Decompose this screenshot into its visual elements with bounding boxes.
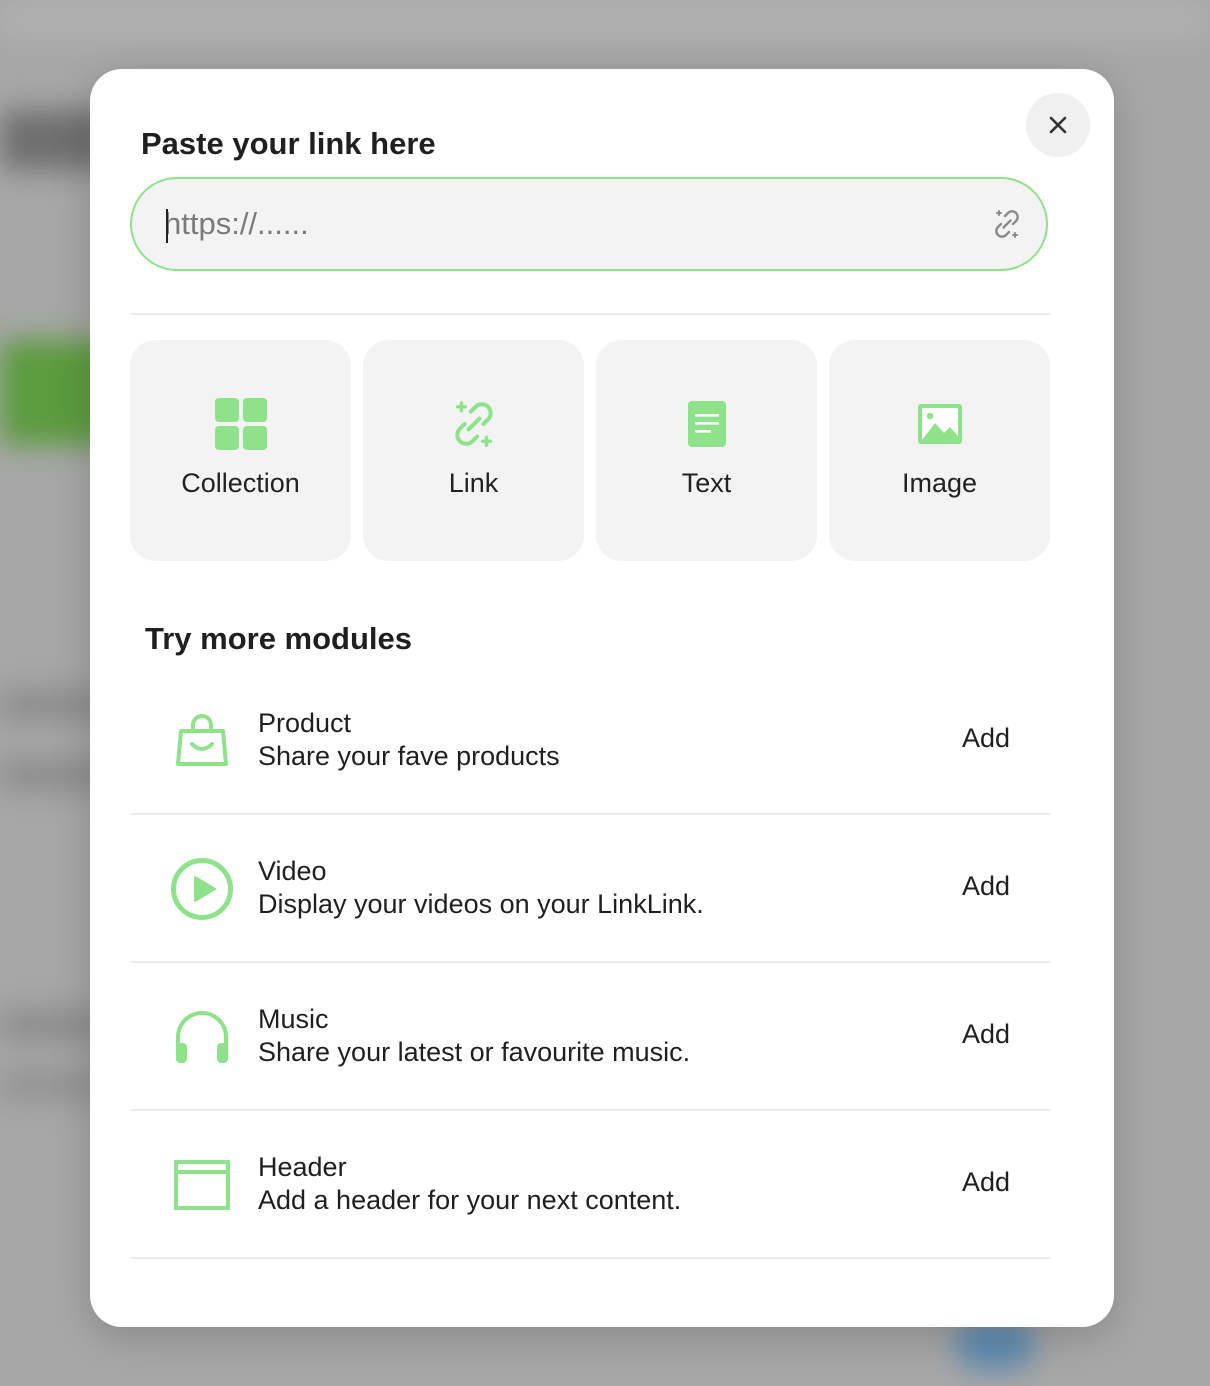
module-description: Share your latest or favourite music. (258, 1037, 691, 1067)
module-text: Video Display your videos on your LinkLi… (258, 855, 704, 921)
divider (130, 313, 1050, 315)
module-list: Product Share your fave products Add Vid… (130, 667, 1050, 1259)
link-icon (446, 396, 502, 452)
list-item-product: Product Share your fave products Add (130, 667, 1050, 815)
content-type-tiles: Collection Link Text Image (130, 340, 1050, 561)
module-name: Header (258, 1152, 347, 1182)
tile-label: Collection (181, 468, 300, 498)
add-content-modal: Paste your link here https://...... Coll… (90, 69, 1114, 1327)
background-blur (0, 0, 1210, 40)
grid-icon (213, 396, 269, 452)
tile-text[interactable]: Text (596, 340, 817, 561)
image-icon (912, 396, 968, 452)
url-input[interactable] (132, 179, 990, 269)
add-video-button[interactable]: Add (962, 871, 1010, 902)
modal-title: Paste your link here (141, 126, 436, 161)
module-name: Music (258, 1004, 329, 1034)
module-description: Display your videos on your LinkLink. (258, 889, 704, 919)
link-icon (990, 207, 1024, 241)
module-description: Share your fave products (258, 741, 560, 771)
shopping-bag-icon (170, 709, 234, 773)
list-item-music: Music Share your latest or favourite mus… (130, 963, 1050, 1111)
tile-link[interactable]: Link (363, 340, 584, 561)
module-text: Product Share your fave products (258, 707, 560, 773)
add-music-button[interactable]: Add (962, 1019, 1010, 1050)
tile-image[interactable]: Image (829, 340, 1050, 561)
module-name: Video (258, 856, 327, 886)
module-text: Music Share your latest or favourite mus… (258, 1003, 690, 1069)
play-circle-icon (170, 857, 234, 921)
url-field[interactable] (130, 177, 1048, 271)
add-header-button[interactable]: Add (962, 1167, 1010, 1198)
tile-label: Link (448, 468, 499, 498)
tile-label: Text (681, 468, 732, 498)
tile-label: Image (901, 468, 978, 498)
module-text: Header Add a header for your next conten… (258, 1151, 681, 1217)
module-description: Add a header for your next content. (258, 1185, 682, 1215)
tile-collection[interactable]: Collection (130, 340, 351, 561)
headphones-icon (170, 1005, 234, 1069)
list-item-header: Header Add a header for your next conten… (130, 1111, 1050, 1259)
add-product-button[interactable]: Add (962, 723, 1010, 754)
close-button[interactable] (1026, 93, 1090, 157)
close-icon (1049, 116, 1067, 134)
background-blur (955, 1320, 1035, 1370)
section-title: Try more modules (145, 621, 413, 656)
text-caret (166, 209, 168, 243)
header-icon (170, 1153, 234, 1217)
document-icon (679, 396, 735, 452)
list-item-video: Video Display your videos on your LinkLi… (130, 815, 1050, 963)
module-name: Product (258, 708, 352, 738)
